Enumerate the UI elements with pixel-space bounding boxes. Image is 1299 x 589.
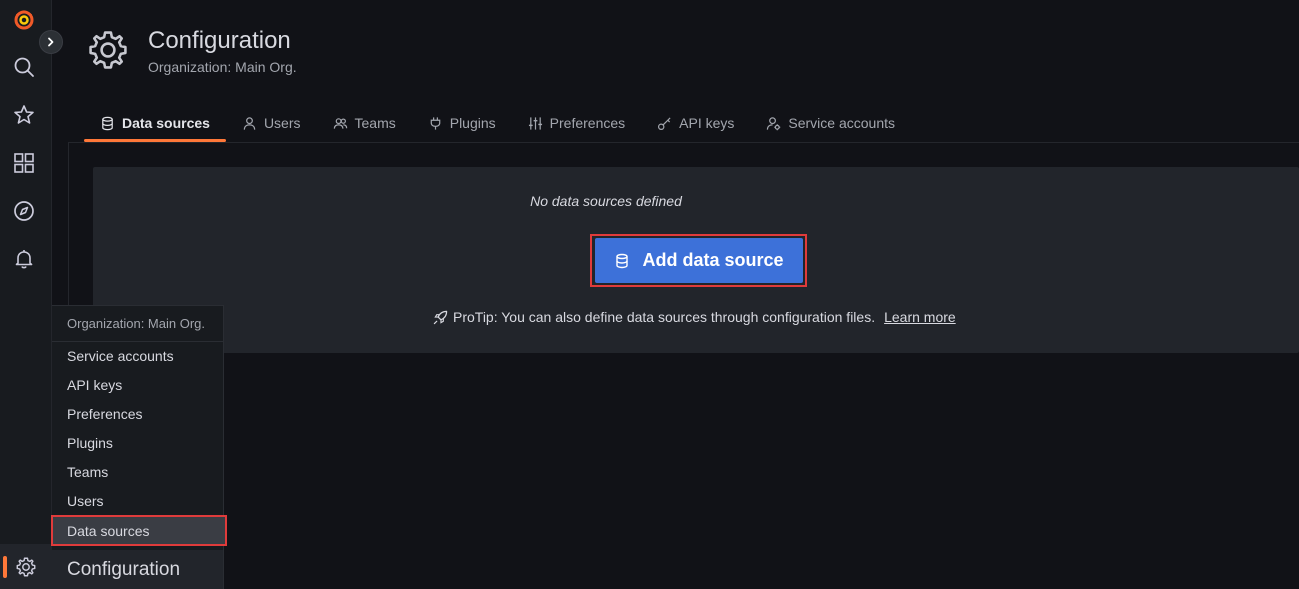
tab-teams[interactable]: Teams [317, 104, 412, 142]
menu-item-users[interactable]: Users [52, 486, 223, 515]
tab-label: Service accounts [788, 115, 895, 131]
menu-item-plugins[interactable]: Plugins [52, 428, 223, 457]
menu-item-preferences[interactable]: Preferences [52, 399, 223, 428]
users-icon [333, 116, 348, 131]
database-icon [614, 252, 630, 270]
gear-icon [15, 556, 37, 578]
flyout-footer-title[interactable]: Configuration [52, 550, 223, 589]
sidebar [0, 0, 52, 589]
tab-label: Preferences [549, 115, 626, 131]
expand-sidebar-button[interactable] [39, 30, 63, 54]
sidebar-item-configuration[interactable] [0, 544, 52, 589]
star-icon[interactable] [10, 101, 38, 129]
tab-plugins[interactable]: Plugins [412, 104, 512, 142]
rocket-icon [433, 310, 448, 325]
tab-api-keys[interactable]: API keys [641, 104, 750, 142]
key-icon [657, 116, 672, 131]
user-cog-icon [766, 116, 781, 131]
tab-label: Data sources [122, 115, 210, 131]
tab-service-accounts[interactable]: Service accounts [750, 104, 911, 142]
tab-label: Users [263, 115, 301, 131]
tab-bar: Data sources Users Teams Plugins Prefere… [84, 104, 911, 142]
menu-item-api-keys[interactable]: API keys [52, 370, 223, 399]
menu-item-teams[interactable]: Teams [52, 457, 223, 486]
page-subtitle: Organization: Main Org. [148, 59, 297, 75]
database-icon [100, 116, 115, 131]
button-label: Add data source [642, 250, 784, 270]
grafana-logo-icon[interactable] [10, 6, 38, 34]
empty-state-text: No data sources defined [530, 193, 682, 209]
add-data-source-button[interactable]: Add data source [595, 238, 803, 283]
tab-label: Teams [354, 115, 396, 131]
tab-preferences[interactable]: Preferences [512, 104, 641, 142]
active-indicator [3, 556, 7, 578]
configuration-flyout-menu: Organization: Main Org. Service accounts… [51, 305, 227, 589]
gear-icon [86, 28, 130, 72]
protip-text: ProTip: You can also define data sources… [453, 309, 876, 325]
sliders-icon [528, 116, 543, 131]
menu-item-data-sources[interactable]: Data sources [51, 515, 227, 546]
page-title: Configuration [148, 27, 291, 54]
flyout-header: Organization: Main Org. [52, 306, 223, 342]
search-icon[interactable] [10, 53, 38, 81]
tab-label: Plugins [449, 115, 496, 131]
protip: ProTip: You can also define data sources… [433, 309, 956, 325]
menu-item-service-accounts[interactable]: Service accounts [52, 341, 223, 370]
tab-data-sources[interactable]: Data sources [84, 104, 226, 142]
tab-users[interactable]: Users [226, 104, 317, 142]
chevron-right-icon [46, 37, 56, 47]
bell-icon[interactable] [10, 245, 38, 273]
plug-icon [428, 116, 443, 131]
user-icon [242, 116, 257, 131]
learn-more-link[interactable]: Learn more [884, 309, 956, 325]
dashboards-icon[interactable] [10, 149, 38, 177]
tab-label: API keys [679, 115, 735, 131]
